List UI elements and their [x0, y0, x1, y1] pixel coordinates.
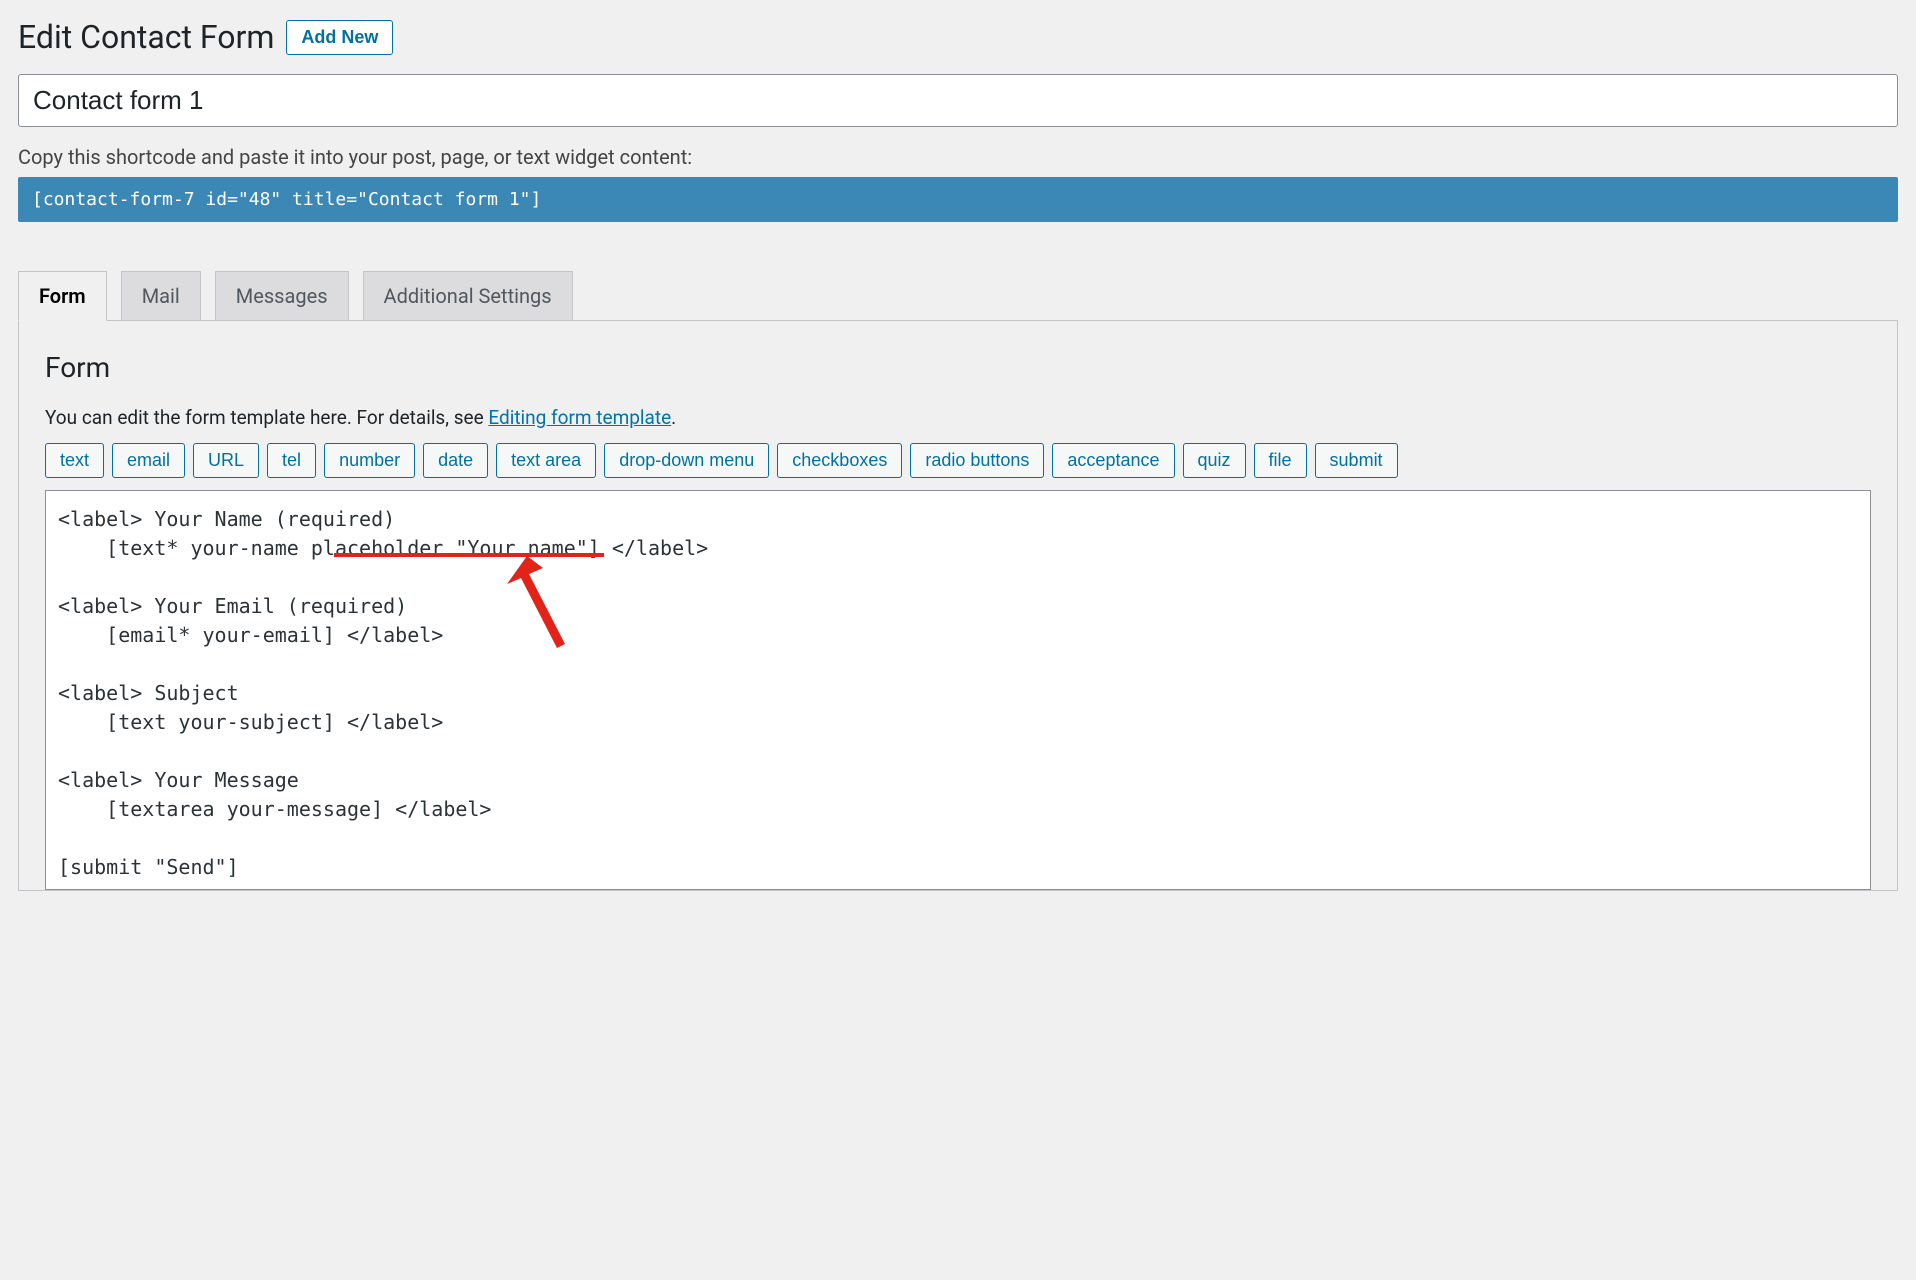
- tag-submit-button[interactable]: submit: [1315, 443, 1398, 478]
- tag-email-button[interactable]: email: [112, 443, 185, 478]
- tag-url-button[interactable]: URL: [193, 443, 259, 478]
- tab-mail[interactable]: Mail: [121, 271, 201, 321]
- panel-desc-suffix: .: [671, 406, 676, 429]
- tab-messages[interactable]: Messages: [215, 271, 349, 321]
- panel-description: You can edit the form template here. For…: [45, 406, 1871, 429]
- tag-checkboxes-button[interactable]: checkboxes: [777, 443, 902, 478]
- tag-generator-row: text email URL tel number date text area…: [45, 443, 1871, 478]
- panel-heading: Form: [45, 351, 1871, 384]
- tab-row: Form Mail Messages Additional Settings: [18, 270, 1898, 320]
- tab-additional-settings[interactable]: Additional Settings: [363, 271, 573, 321]
- shortcode-help-text: Copy this shortcode and paste it into yo…: [18, 145, 1898, 169]
- tag-radio-button[interactable]: radio buttons: [910, 443, 1044, 478]
- tag-textarea-button[interactable]: text area: [496, 443, 596, 478]
- form-template-textarea[interactable]: [45, 490, 1871, 890]
- tag-tel-button[interactable]: tel: [267, 443, 316, 478]
- editing-template-link[interactable]: Editing form template: [488, 406, 671, 429]
- panel-desc-prefix: You can edit the form template here. For…: [45, 406, 488, 429]
- add-new-button[interactable]: Add New: [286, 20, 393, 55]
- shortcode-display[interactable]: [contact-form-7 id="48" title="Contact f…: [18, 177, 1898, 222]
- tab-form[interactable]: Form: [18, 271, 107, 321]
- tag-date-button[interactable]: date: [423, 443, 488, 478]
- tag-file-button[interactable]: file: [1254, 443, 1307, 478]
- tag-acceptance-button[interactable]: acceptance: [1052, 443, 1174, 478]
- tag-number-button[interactable]: number: [324, 443, 415, 478]
- tag-text-button[interactable]: text: [45, 443, 104, 478]
- form-title-input[interactable]: [18, 74, 1898, 127]
- page-title: Edit Contact Form: [18, 18, 274, 56]
- tag-dropdown-button[interactable]: drop-down menu: [604, 443, 769, 478]
- tag-quiz-button[interactable]: quiz: [1183, 443, 1246, 478]
- form-panel: Form You can edit the form template here…: [18, 320, 1898, 891]
